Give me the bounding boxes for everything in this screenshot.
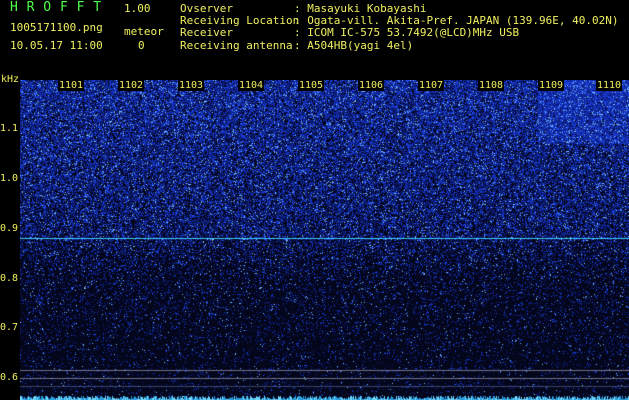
info-value: : ICOM IC-575 53.7492(@LCD)MHz USB <box>294 26 520 40</box>
time-tick-label: 1101 <box>58 80 85 91</box>
time-tick-label: 1106 <box>358 80 385 91</box>
meteor-count: 0 <box>138 39 145 52</box>
station-info: Ovserver : Masayuki Kobayashi Receiving … <box>180 2 619 52</box>
y-tick-label: 1.1 <box>0 123 19 134</box>
y-tick-label: 0.8 <box>0 273 19 284</box>
time-tick-label: 1108 <box>478 80 505 91</box>
meteor-label: meteor <box>124 25 164 38</box>
time-tick-label: 1104 <box>238 80 265 91</box>
y-tick-label: 0.7 <box>0 322 19 333</box>
y-tick-label: 1.0 <box>0 173 19 184</box>
file-name: 1005171100.png <box>10 21 103 34</box>
app-version: 1.00 <box>124 2 151 15</box>
y-tick-label: 0.6 <box>0 372 19 383</box>
y-axis-unit: kHz <box>1 74 20 85</box>
info-row-antenna: Receiving antenna : A504HB(yagi 4el) <box>180 38 619 52</box>
info-key: Receiver <box>180 26 233 40</box>
info-key: Receiving antenna <box>180 38 293 52</box>
info-row-receiver: Receiver : ICOM IC-575 53.7492(@LCD)MHz … <box>180 27 619 39</box>
spectrogram-waterfall[interactable] <box>20 80 629 400</box>
time-tick-label: 1102 <box>118 80 145 91</box>
info-value: : A504HB(yagi 4el) <box>294 38 414 52</box>
time-tick-label: 1103 <box>178 80 205 91</box>
capture-datetime: 10.05.17 11:00 <box>10 39 103 52</box>
time-tick-label: 1107 <box>418 80 445 91</box>
app-title: H R O F F T <box>10 0 102 15</box>
time-tick-label: 1105 <box>298 80 325 91</box>
time-tick-label: 1110 <box>596 80 623 91</box>
spectrogram-canvas <box>20 80 629 400</box>
time-tick-label: 1109 <box>538 80 565 91</box>
y-tick-label: 0.9 <box>0 223 19 234</box>
